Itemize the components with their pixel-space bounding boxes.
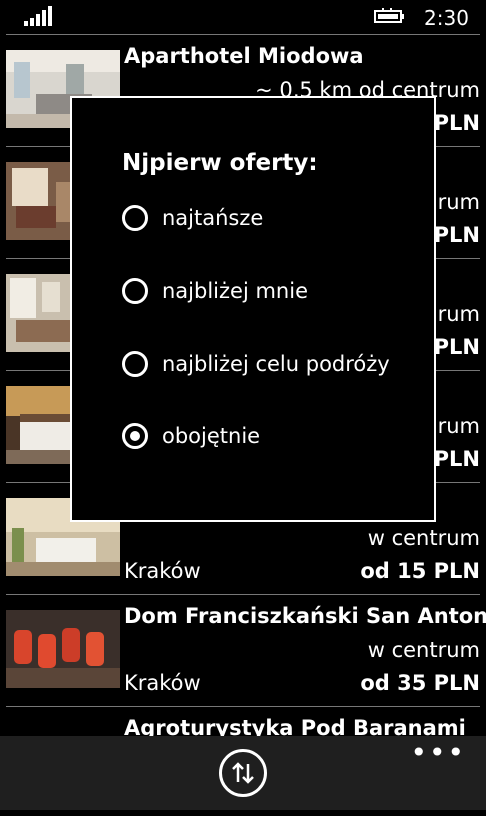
hotel-distance: rum xyxy=(437,414,480,438)
option-nearest-me[interactable]: najbliżej mnie xyxy=(122,274,308,308)
hotel-price: PLN xyxy=(433,111,480,135)
option-cheapest[interactable]: najtańsze xyxy=(122,201,263,235)
battery-charging-icon xyxy=(374,8,404,23)
more-options-button[interactable]: ••• xyxy=(410,736,466,769)
list-item[interactable]: Dom Franciszkański San Antonio w centrum… xyxy=(0,594,486,704)
option-any[interactable]: obojętnie xyxy=(122,419,260,453)
clock: 2:30 xyxy=(424,6,469,30)
status-bar: 2:30 xyxy=(0,0,486,32)
dialog-title: Njpierw oferty: xyxy=(122,150,318,176)
divider xyxy=(6,594,480,595)
hotel-price: PLN xyxy=(433,447,480,471)
option-nearest-destination[interactable]: najbliżej celu podróży xyxy=(122,347,390,381)
hotel-city: Kraków xyxy=(124,559,201,583)
option-label: najtańsze xyxy=(162,206,264,230)
radio-button[interactable] xyxy=(122,205,148,231)
hotel-city: Kraków xyxy=(124,671,201,695)
hotel-distance: w centrum xyxy=(367,638,480,662)
sort-button[interactable] xyxy=(219,749,267,797)
hotel-distance: rum xyxy=(437,302,480,326)
option-label: obojętnie xyxy=(162,424,261,448)
hotel-price: PLN xyxy=(433,335,480,359)
radio-button-selected[interactable] xyxy=(122,423,148,449)
option-label: najbliżej mnie xyxy=(162,279,308,303)
app-bar: ••• xyxy=(0,736,486,810)
hotel-price: PLN xyxy=(433,223,480,247)
signal-strength-icon xyxy=(24,6,54,26)
hotel-photo xyxy=(6,610,120,688)
hotel-distance: rum xyxy=(437,190,480,214)
hotel-name: Dom Franciszkański San Antonio xyxy=(124,604,486,628)
divider xyxy=(6,706,480,707)
divider xyxy=(6,34,480,35)
hotel-price: od 15 PLN xyxy=(360,559,480,583)
hotel-name: Aparthotel Miodowa xyxy=(124,44,364,68)
sort-arrows-icon xyxy=(232,762,254,784)
option-label: najbliżej celu podróży xyxy=(162,352,390,376)
radio-button[interactable] xyxy=(122,351,148,377)
sort-dialog: Njpierw oferty: najtańsze najbliżej mnie… xyxy=(70,96,436,522)
hotel-price: od 35 PLN xyxy=(360,671,480,695)
radio-button[interactable] xyxy=(122,278,148,304)
hotel-distance: w centrum xyxy=(367,526,480,550)
